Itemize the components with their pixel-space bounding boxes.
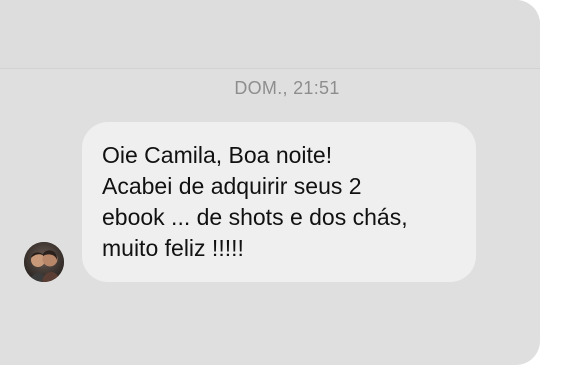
message-timestamp: DOM., 21:51 — [234, 78, 340, 98]
incoming-message-row: Oie Camila, Boa noite! Acabei de adquiri… — [24, 122, 484, 287]
message-bubble[interactable]: Oie Camila, Boa noite! Acabei de adquiri… — [82, 122, 476, 282]
user-avatar-icon — [24, 242, 64, 282]
sender-avatar[interactable] — [24, 242, 64, 282]
message-text: Oie Camila, Boa noite! Acabei de adquiri… — [102, 142, 408, 261]
chat-header-area — [0, 0, 540, 69]
chat-thread: DOM., 21:51 Oie Camila, Boa noite! Acabe… — [0, 0, 540, 365]
